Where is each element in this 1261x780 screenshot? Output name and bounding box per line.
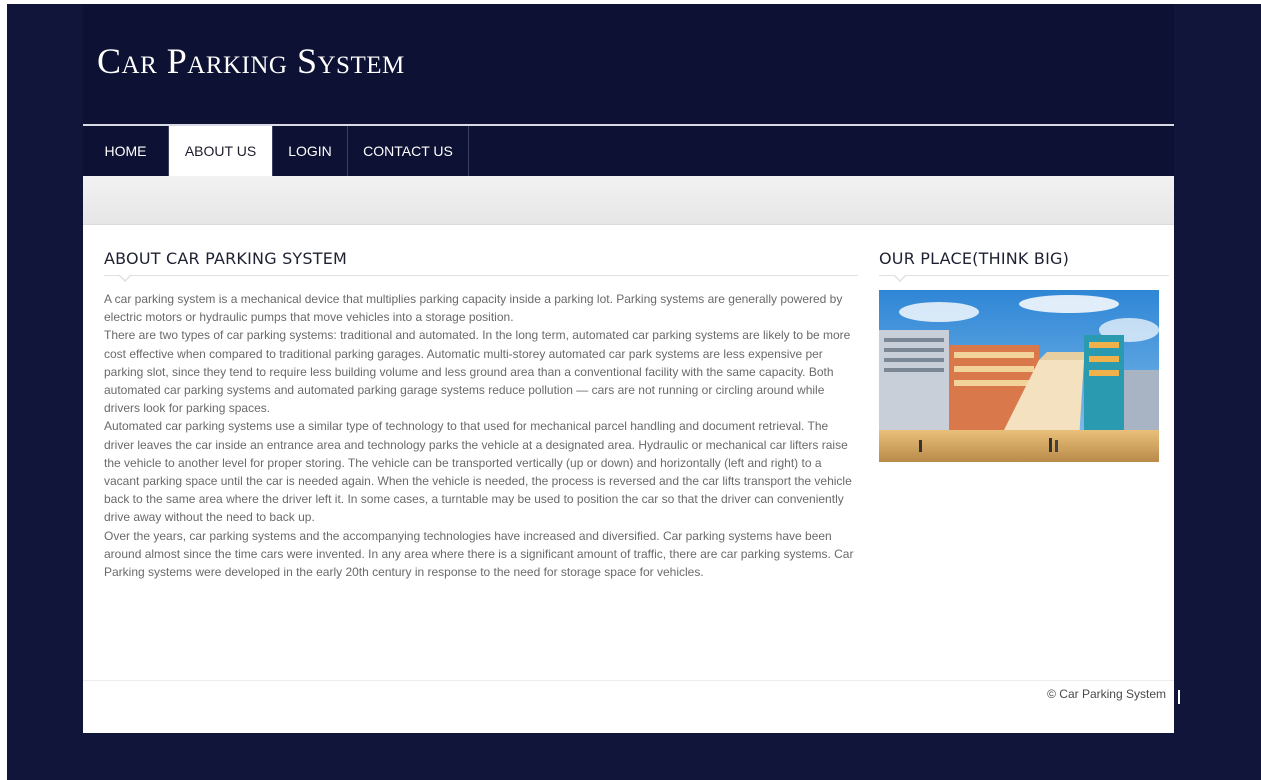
sidebar-heading-notch bbox=[893, 274, 907, 282]
nav-about-us[interactable]: ABOUT US bbox=[169, 126, 273, 176]
parking-building-image bbox=[879, 290, 1159, 462]
heading-notch bbox=[118, 274, 132, 282]
copyright-text: © Car Parking System bbox=[1047, 687, 1166, 701]
sidebar-column: OUR PLACE(THINK BIG) bbox=[879, 245, 1169, 462]
main-nav: HOME ABOUT US LOGIN CONTACT US bbox=[83, 126, 1174, 176]
sub-banner bbox=[83, 176, 1174, 225]
about-paragraph-1: A car parking system is a mechanical dev… bbox=[104, 292, 843, 325]
window-left-edge bbox=[0, 0, 7, 780]
page-wrapper: Car Parking System HOME ABOUT US LOGIN C… bbox=[83, 4, 1174, 733]
about-paragraph-2: There are two types of car parking syste… bbox=[104, 328, 851, 416]
main-column: ABOUT CAR PARKING SYSTEM A car parking s… bbox=[104, 245, 858, 581]
site-title: Car Parking System bbox=[97, 41, 405, 81]
site-header: Car Parking System bbox=[83, 4, 1174, 124]
heading-rule bbox=[104, 274, 858, 282]
nav-login[interactable]: LOGIN bbox=[273, 126, 348, 176]
about-paragraph-4: Over the years, car parking systems and … bbox=[104, 528, 854, 580]
sidebar-heading-rule bbox=[879, 274, 1169, 282]
nav-contact-us[interactable]: CONTACT US bbox=[348, 126, 469, 176]
our-place-heading: OUR PLACE(THINK BIG) bbox=[879, 249, 1070, 268]
about-paragraph-3: Automated car parking systems use a simi… bbox=[104, 419, 852, 525]
about-heading: ABOUT CAR PARKING SYSTEM bbox=[104, 249, 348, 268]
content-area: ABOUT CAR PARKING SYSTEM A car parking s… bbox=[83, 225, 1174, 680]
nav-home[interactable]: HOME bbox=[83, 126, 169, 176]
text-cursor bbox=[1178, 690, 1180, 704]
site-footer: © Car Parking System bbox=[83, 681, 1174, 733]
